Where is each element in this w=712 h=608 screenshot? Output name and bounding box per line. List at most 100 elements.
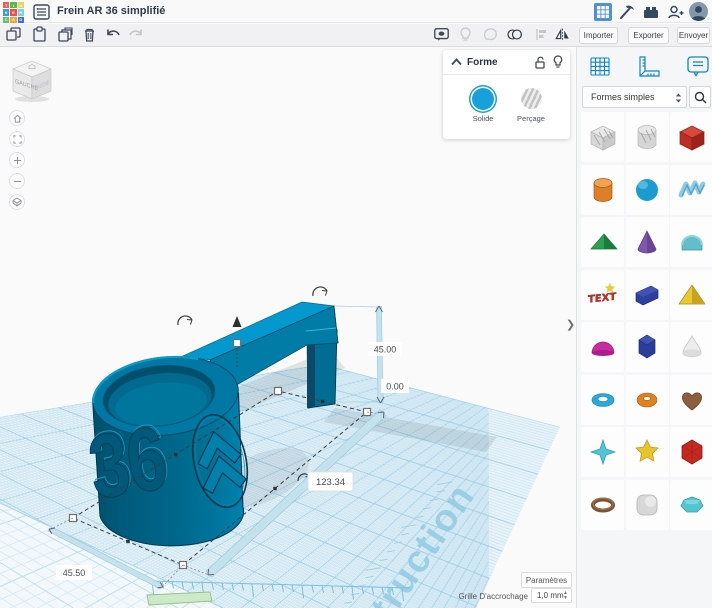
solid-option-label: Solide — [463, 114, 503, 123]
grid-icon — [594, 3, 612, 21]
shape-tile-hexprism-navy[interactable] — [626, 322, 669, 372]
shape-tile-slab-navy[interactable] — [626, 270, 669, 320]
shape-tile-text-red[interactable]: TEXT — [581, 270, 624, 320]
fit-view-button[interactable] — [9, 131, 25, 147]
snap-grid-select[interactable]: 1,0 mm▲▼ — [531, 588, 572, 603]
copy-icon[interactable] — [5, 26, 22, 43]
shape-tile-box-hole[interactable] — [581, 112, 624, 162]
solid-option[interactable] — [472, 88, 494, 110]
shape-tile-cone-violet[interactable] — [626, 217, 669, 267]
box-hole-icon — [585, 119, 621, 155]
zoom-out-button[interactable] — [9, 173, 25, 189]
logo-tile: D — [18, 17, 24, 23]
wedge-green-icon — [585, 224, 621, 260]
duplicate-icon[interactable] — [57, 26, 74, 43]
dim-height-label: 45.00 — [374, 345, 397, 355]
perspective-button[interactable] — [9, 194, 25, 210]
shape-tile-star4-cyan[interactable] — [581, 427, 624, 477]
home-view-button[interactable] — [9, 110, 25, 126]
die-silver-icon — [629, 487, 665, 523]
hole-option[interactable] — [521, 88, 542, 109]
shape-tile-heart-brown[interactable] — [670, 375, 712, 425]
visibility-bulb-icon[interactable] — [553, 55, 563, 69]
undo-icon[interactable] — [105, 26, 122, 43]
freeform-icon[interactable] — [482, 26, 499, 43]
logo-tile: A — [10, 17, 16, 23]
shape-tile-ring-brown[interactable] — [581, 480, 624, 530]
sidebar-collapse-chevron[interactable]: ❯ — [566, 318, 575, 331]
svg-text:TEXT: TEXT — [588, 291, 616, 305]
shape-tile-pyramid-yellow[interactable] — [670, 270, 712, 320]
search-button[interactable] — [689, 86, 711, 108]
category-select[interactable]: Formes simples — [582, 86, 687, 108]
cone-violet-icon — [629, 224, 665, 260]
zoom-in-button[interactable] — [9, 152, 25, 168]
snap-spinner-icon[interactable]: ▲▼ — [563, 591, 568, 601]
shape-tile-die-silver[interactable] — [626, 480, 669, 530]
cylinder-orange-icon — [585, 172, 621, 208]
shape-tile-star5-yellow[interactable] — [626, 427, 669, 477]
add-user-icon[interactable] — [666, 3, 684, 21]
view-cube[interactable]: GAUCHE GAUCHE — [8, 56, 56, 104]
collapse-panel-icon[interactable] — [451, 58, 462, 66]
avatar[interactable] — [689, 2, 708, 21]
paste-icon[interactable] — [31, 26, 48, 43]
export-button[interactable]: Exporter — [628, 27, 669, 44]
shape-tile-torus-orange[interactable] — [626, 375, 669, 425]
delete-icon[interactable] — [81, 26, 98, 43]
mirror-icon[interactable] — [554, 26, 571, 43]
settings-button[interactable]: Paramètres — [521, 572, 572, 588]
hexprism-navy-icon — [629, 329, 665, 365]
torus-orange-icon — [629, 382, 665, 418]
send-button[interactable]: Envoyer — [677, 27, 710, 44]
shape-tile-icosa-red[interactable] — [670, 427, 712, 477]
shape-tile-gem-teal[interactable] — [670, 480, 712, 530]
cylinder-hole-icon — [629, 119, 665, 155]
notes-tool-icon[interactable] — [685, 54, 711, 80]
ring-brown-icon — [585, 487, 621, 523]
svg-text:36: 36 — [82, 408, 172, 519]
brick-icon[interactable] — [642, 3, 660, 21]
3d-viewport[interactable]: truction — [0, 47, 576, 608]
redo-icon[interactable] — [127, 26, 144, 43]
import-button[interactable]: Importer — [579, 27, 618, 44]
dim-width-label[interactable]: 45.50 — [63, 568, 86, 578]
pickaxe-icon[interactable] — [618, 3, 636, 21]
align-icon[interactable] — [534, 26, 551, 43]
shape-tile-scribble-blue[interactable] — [670, 165, 712, 215]
select-arrows-icon — [675, 92, 682, 104]
notes-icon[interactable] — [433, 26, 450, 43]
ruler-tool-icon[interactable] — [636, 54, 662, 80]
handle-top-z[interactable] — [234, 340, 241, 347]
icosa-red-icon — [674, 434, 710, 470]
group-icon[interactable] — [506, 26, 523, 43]
tinkercad-logo[interactable]: TINKERCAD — [3, 2, 24, 23]
shape-tile-cylinder-orange[interactable] — [581, 165, 624, 215]
menu-icon[interactable] — [33, 4, 50, 20]
cone-handle[interactable] — [233, 316, 242, 327]
logo-tile: I — [10, 2, 16, 8]
logo-tile: E — [10, 9, 16, 15]
torus-cyan-icon — [585, 382, 621, 418]
shape-tile-roof-teal[interactable] — [670, 217, 712, 267]
shape-tile-sphere-blue[interactable] — [626, 165, 669, 215]
bulb-icon[interactable] — [457, 26, 474, 43]
dim-length-label[interactable]: 123.34 — [316, 477, 345, 488]
logo-tile: C — [3, 17, 9, 23]
document-title: Frein AR 36 simplifié — [57, 5, 165, 17]
shape-tile-cylinder-hole[interactable] — [626, 112, 669, 162]
heart-brown-icon — [674, 382, 710, 418]
shape-tile-dome-magenta[interactable] — [581, 322, 624, 372]
shape-tile-torus-cyan[interactable] — [581, 375, 624, 425]
inspector-title: Forme — [467, 57, 498, 68]
shape-tile-wedge-green[interactable] — [581, 217, 624, 267]
shape-tile-paraboloid-white[interactable] — [670, 322, 712, 372]
lock-icon[interactable] — [534, 56, 546, 69]
workplane-tool-icon[interactable] — [588, 54, 614, 80]
handle-corner-top[interactable] — [275, 388, 282, 395]
logo-tile: R — [18, 9, 24, 15]
search-icon — [694, 91, 707, 104]
shape-tile-box-red[interactable] — [670, 112, 712, 162]
dashboard-grid-button[interactable] — [594, 3, 612, 21]
text-red-icon: TEXT — [585, 277, 621, 313]
